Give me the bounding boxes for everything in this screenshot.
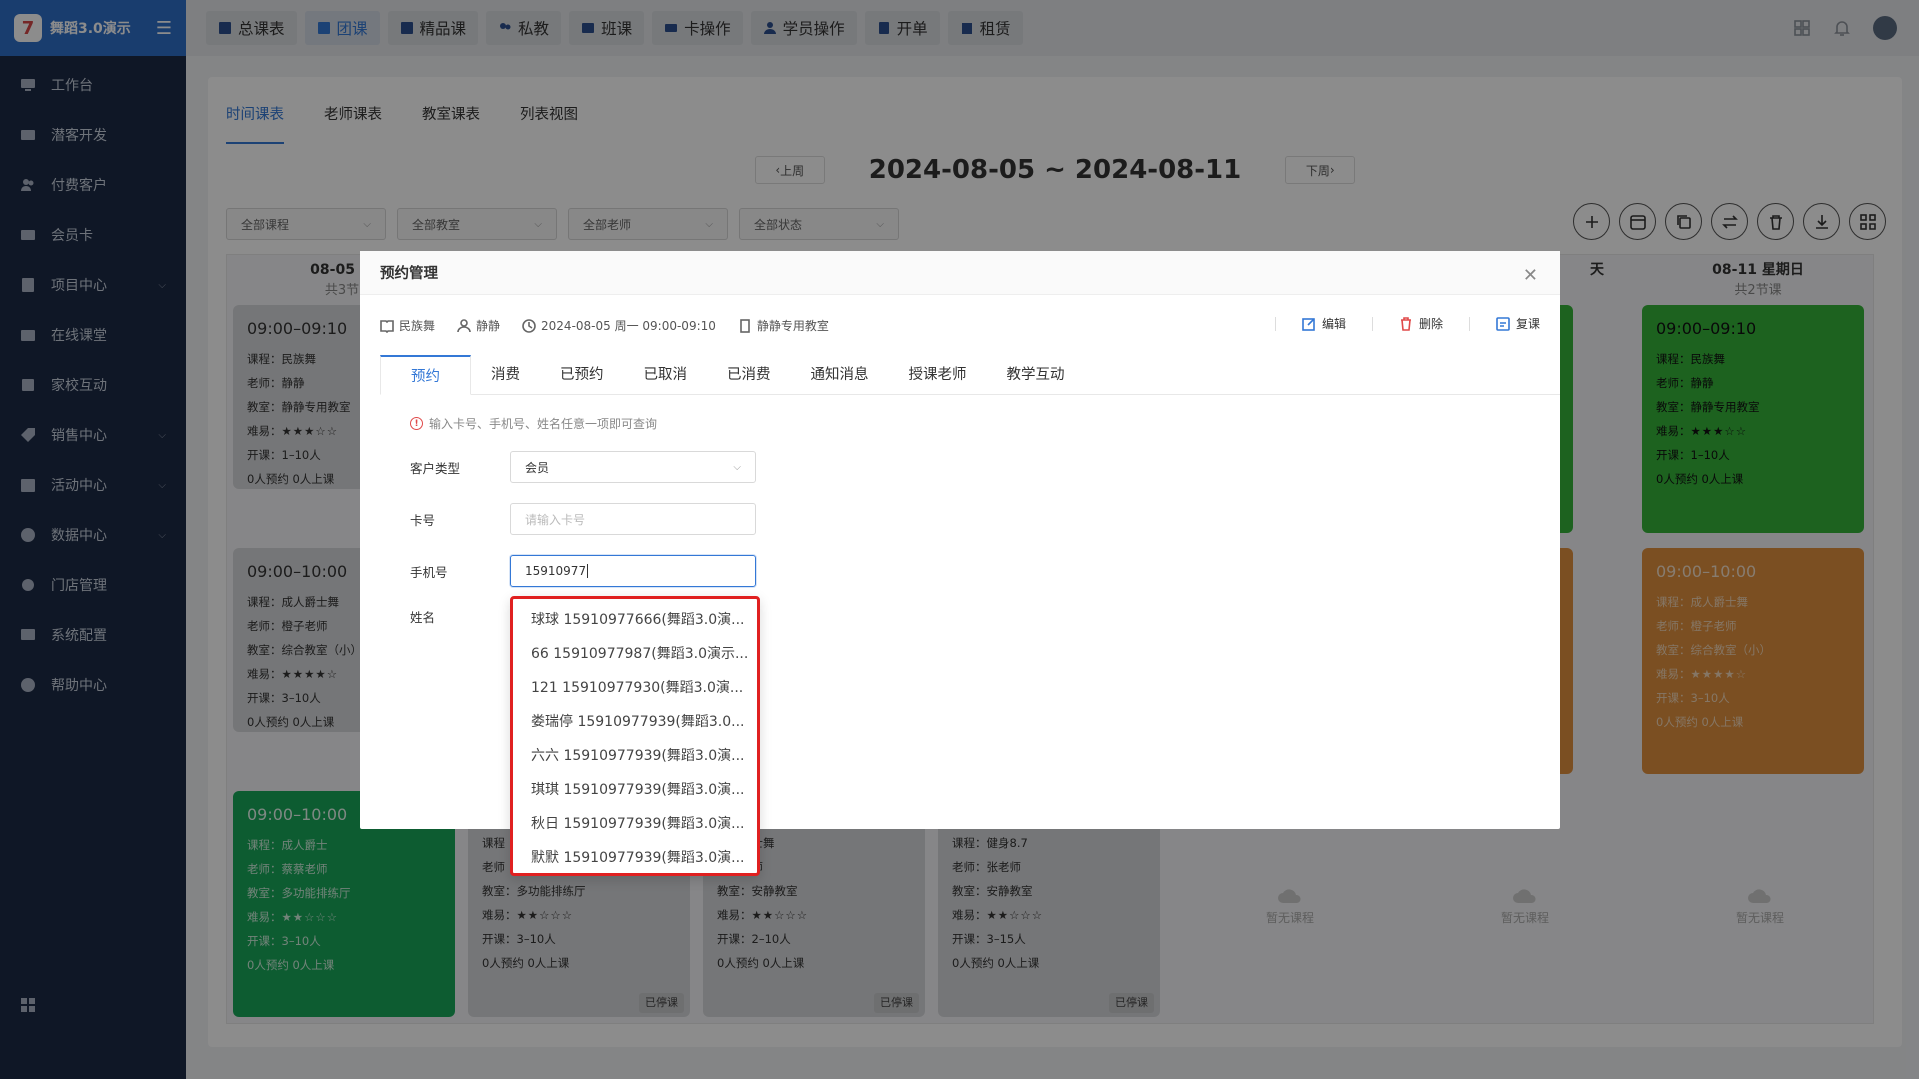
info-room-text: 静静专用教室 (756, 319, 829, 333)
phone-label: 手机号 (410, 564, 448, 580)
chevron-down-icon: ⌵ (733, 461, 741, 473)
name-row: 姓名 (410, 607, 510, 626)
search-hint: ! 输入卡号、手机号、姓名任意一项即可查询 (410, 415, 657, 432)
customer-type-row: 客户类型 会员 ⌵ (410, 451, 756, 483)
divider (1468, 316, 1470, 331)
book-icon (380, 319, 394, 333)
phone-input[interactable]: 15910977 (510, 555, 756, 587)
divider (1371, 316, 1373, 331)
phone-row: 手机号 15910977 (410, 555, 756, 587)
copy-class-button[interactable]: 复课 (1496, 315, 1540, 332)
delete-label: 删除 (1418, 317, 1443, 331)
tab-booking[interactable]: 预约 (380, 355, 471, 395)
class-info: 民族舞 静静 2024-08-05 周一 09:00-09:10 静静专用教室 (380, 317, 829, 334)
user-icon (457, 318, 471, 332)
suggestion-item[interactable]: 121 15910977930(舞蹈3.0演... (513, 671, 757, 705)
modal-header: 预约管理 ✕ (360, 251, 1560, 295)
suggestion-item[interactable]: 秋日 15910977939(舞蹈3.0演... (513, 807, 757, 841)
card-label: 卡号 (410, 512, 436, 528)
edit-icon (1302, 317, 1315, 331)
info-datetime-text: 2024-08-05 周一 09:00-09:10 (541, 319, 716, 333)
trash-icon (1400, 316, 1411, 331)
card-row: 卡号 请输入卡号 (410, 503, 756, 535)
tab-interaction[interactable]: 教学互动 (987, 355, 1085, 394)
modal-title: 预约管理 (380, 266, 438, 282)
edit-label: 编辑 (1321, 317, 1346, 331)
name-label: 姓名 (410, 610, 436, 625)
divider (1274, 316, 1276, 331)
tab-notifications[interactable]: 通知消息 (791, 355, 889, 394)
hint-text: 输入卡号、手机号、姓名任意一项即可查询 (429, 417, 658, 431)
copy-label: 复课 (1515, 317, 1540, 331)
edit-button[interactable]: 编辑 (1302, 315, 1346, 332)
door-icon (740, 318, 750, 333)
suggestion-item[interactable]: 球球 15910977666(舞蹈3.0演... (513, 603, 757, 637)
text-cursor (587, 564, 741, 578)
suggestion-item[interactable]: 默默 15910977939(舞蹈3.0演... (513, 841, 757, 875)
info-datetime: 2024-08-05 周一 09:00-09:10 (522, 317, 716, 334)
suggestion-item[interactable]: 娄瑞停 15910977939(舞蹈3.0... (513, 705, 757, 739)
suggestion-item[interactable]: 琪琪 15910977939(舞蹈3.0演... (513, 773, 757, 807)
tab-consume[interactable]: 消费 (471, 355, 540, 394)
modal-actions: 编辑 删除 复课 (1274, 315, 1540, 332)
copy-icon (1496, 316, 1510, 331)
card-input[interactable]: 请输入卡号 (510, 503, 756, 535)
suggestion-item[interactable]: 66 15910977987(舞蹈3.0演示... (513, 637, 757, 671)
tab-cancelled[interactable]: 已取消 (624, 355, 708, 394)
info-teacher-text: 静静 (476, 319, 501, 333)
tab-booked[interactable]: 已预约 (540, 355, 624, 394)
suggestion-item[interactable]: 六六 15910977939(舞蹈3.0演... (513, 739, 757, 773)
info-icon: ! (410, 417, 423, 430)
phone-suggestions-dropdown: 球球 15910977666(舞蹈3.0演... 66 15910977987(… (510, 596, 760, 876)
info-course: 民族舞 (380, 317, 435, 334)
modal-tabs: 预约 消费 已预约 已取消 已消费 通知消息 授课老师 教学互动 (380, 355, 1560, 395)
info-teacher: 静静 (457, 317, 500, 334)
customer-type-select[interactable]: 会员 ⌵ (510, 451, 756, 483)
clock-icon (522, 318, 536, 333)
close-icon[interactable]: ✕ (1523, 265, 1538, 286)
customer-type-label: 客户类型 (410, 460, 461, 476)
phone-value: 15910977 (525, 564, 587, 578)
tab-consumed[interactable]: 已消费 (707, 355, 791, 394)
info-course-text: 民族舞 (399, 319, 436, 333)
delete-button[interactable]: 删除 (1399, 315, 1443, 332)
customer-type-value: 会员 (525, 460, 550, 475)
info-room: 静静专用教室 (738, 317, 829, 334)
tab-teachers[interactable]: 授课老师 (889, 355, 987, 394)
